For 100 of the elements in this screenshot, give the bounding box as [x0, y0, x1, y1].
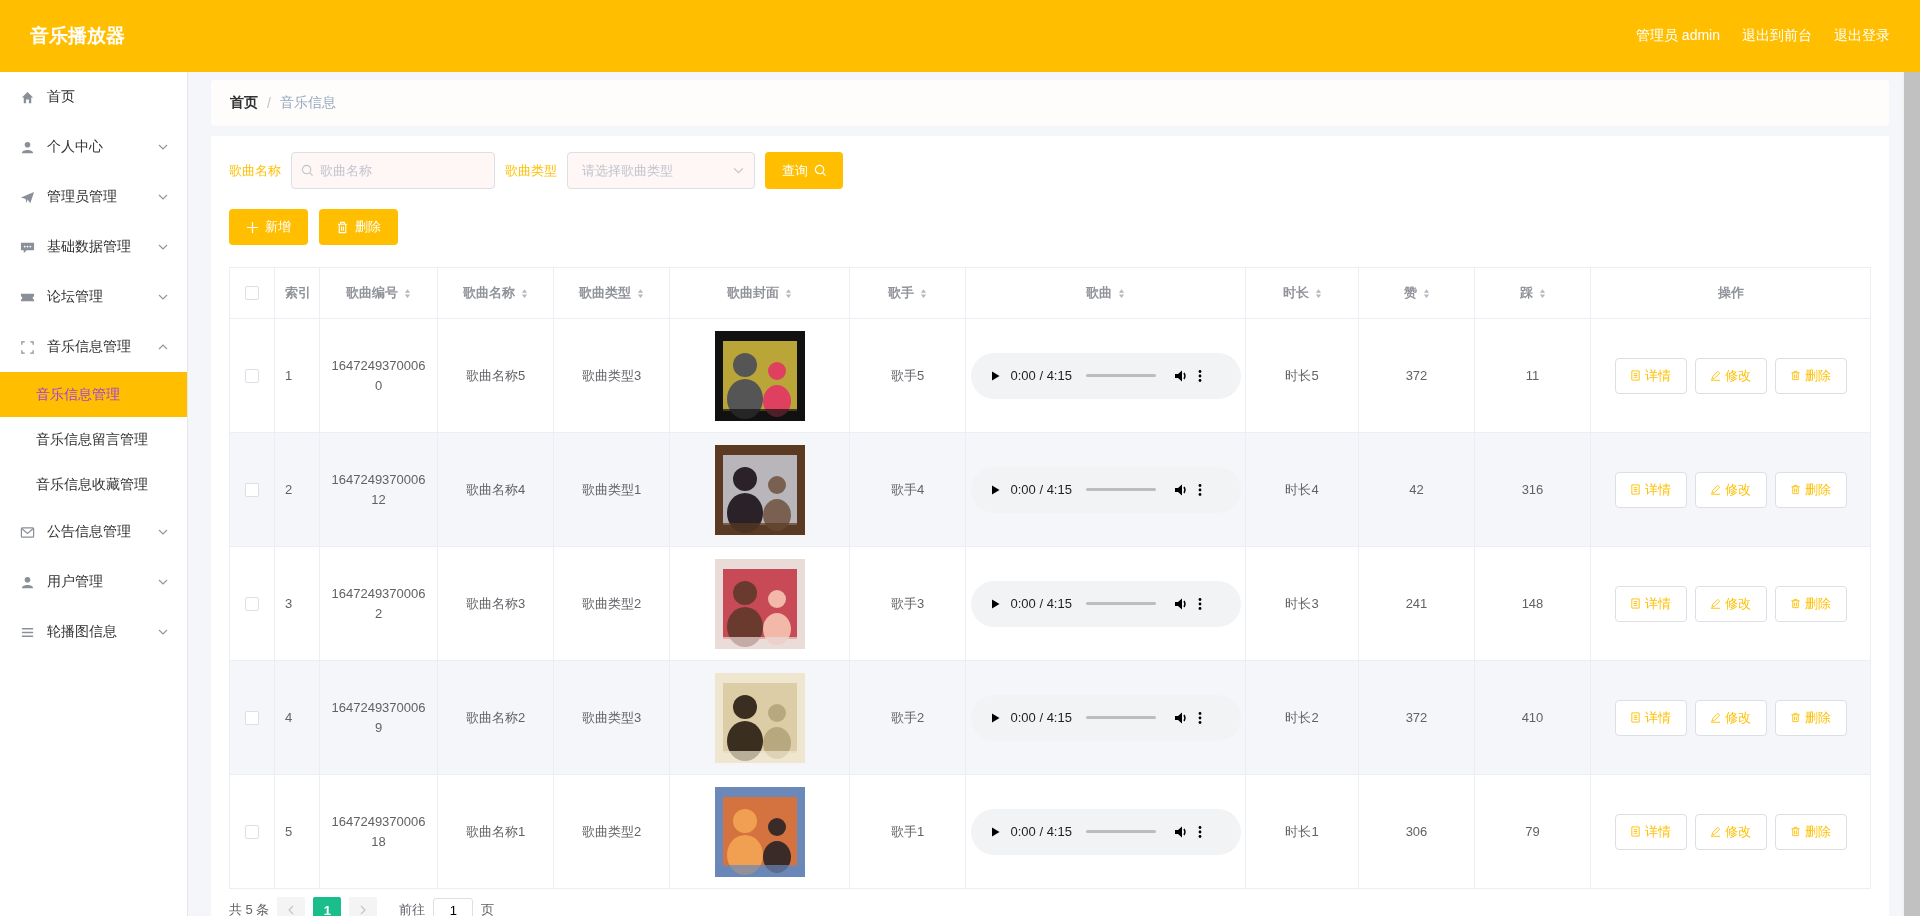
volume-icon[interactable] — [1173, 596, 1188, 611]
more-icon[interactable] — [1197, 596, 1202, 611]
header-link[interactable]: 退出登录 — [1834, 27, 1890, 45]
header-cell[interactable]: 赞 — [1359, 268, 1475, 318]
progress-track[interactable] — [1085, 488, 1156, 491]
volume-icon[interactable] — [1173, 824, 1188, 839]
row-checkbox[interactable] — [245, 368, 259, 383]
field-label: 歌曲类型 — [505, 161, 557, 180]
details-button[interactable]: 详情 — [1614, 357, 1687, 394]
search-button[interactable]: 查询 — [765, 152, 843, 189]
edit-button[interactable]: 修改 — [1694, 813, 1767, 850]
column-title: 歌曲名称 — [463, 284, 515, 302]
details-button[interactable]: 详情 — [1614, 585, 1687, 622]
submenu-item[interactable]: 音乐信息留言管理 — [0, 417, 187, 462]
row-checkbox[interactable] — [245, 596, 259, 611]
progress-track[interactable] — [1085, 374, 1156, 377]
menu-item[interactable]: 公告信息管理 — [0, 507, 187, 557]
document-icon — [1630, 826, 1641, 837]
breadcrumb-link[interactable]: 首页 — [230, 94, 258, 112]
delete-button[interactable]: 删除 — [1774, 699, 1847, 736]
more-icon[interactable] — [1197, 824, 1202, 839]
column-title: 赞 — [1403, 284, 1417, 302]
volume-icon[interactable] — [1173, 368, 1188, 383]
sort-icon[interactable] — [404, 287, 411, 299]
progress-track[interactable] — [1085, 602, 1156, 605]
add-button[interactable]: 新增 — [229, 209, 308, 245]
page-input[interactable]: 1 — [433, 898, 474, 916]
sort-icon[interactable] — [521, 287, 528, 299]
menu-item[interactable]: 个人中心 — [0, 122, 187, 172]
table-cell-text: 16472493700060 — [330, 356, 427, 395]
more-icon[interactable] — [1197, 368, 1202, 383]
header-cell[interactable]: 歌曲封面 — [670, 268, 850, 318]
volume-icon[interactable] — [1173, 482, 1188, 497]
header-cell[interactable]: 歌手 — [850, 268, 966, 318]
column-title: 踩 — [1519, 284, 1533, 302]
search-field[interactable]: 歌曲名称 — [291, 152, 495, 189]
table-cell: 148 — [1521, 596, 1544, 611]
edit-button[interactable]: 修改 — [1694, 585, 1767, 622]
edit-button[interactable]: 修改 — [1694, 357, 1767, 394]
menu-item[interactable]: 首页 — [0, 72, 187, 122]
header-cell[interactable]: 时长 — [1246, 268, 1359, 318]
progress-track[interactable] — [1085, 830, 1156, 833]
sort-icon[interactable] — [785, 287, 792, 299]
next-page-button[interactable] — [349, 897, 378, 916]
header-cell[interactable]: 索引 — [275, 268, 320, 318]
details-button[interactable]: 详情 — [1614, 471, 1687, 508]
details-button[interactable]: 详情 — [1614, 813, 1687, 850]
delete-button[interactable]: 删除 — [319, 209, 398, 245]
trash-icon — [1790, 598, 1801, 609]
delete-button[interactable]: 删除 — [1774, 357, 1847, 394]
header-cell[interactable]: 歌曲名称 — [438, 268, 554, 318]
sort-icon[interactable] — [637, 287, 644, 299]
more-icon[interactable] — [1197, 482, 1202, 497]
audio-player[interactable]: 0:00 / 4:15 — [970, 694, 1241, 741]
menu-item[interactable]: 用户管理 — [0, 557, 187, 607]
edit-button[interactable]: 修改 — [1694, 699, 1767, 736]
menu-item[interactable]: 管理员管理 — [0, 172, 187, 222]
sort-icon[interactable] — [1118, 287, 1125, 299]
breadcrumb-link[interactable]: 音乐信息 — [279, 94, 336, 112]
header-link[interactable]: 退出到前台 — [1742, 27, 1812, 45]
frame-icon — [20, 339, 35, 355]
row-checkbox[interactable] — [245, 482, 259, 497]
total-count: 共 5 条 — [229, 901, 270, 916]
menu-item[interactable]: 论坛管理 — [0, 272, 187, 322]
progress-track[interactable] — [1085, 716, 1156, 719]
audio-player[interactable]: 0:00 / 4:15 — [970, 352, 1241, 399]
column-title: 时长 — [1282, 284, 1309, 302]
volume-icon[interactable] — [1173, 710, 1188, 725]
scrollbar[interactable] — [1902, 72, 1920, 916]
audio-player[interactable]: 0:00 / 4:15 — [970, 466, 1241, 513]
header-cell[interactable]: 歌曲 — [966, 268, 1246, 318]
submenu-item[interactable]: 音乐信息管理 — [0, 372, 187, 417]
details-button[interactable]: 详情 — [1614, 699, 1687, 736]
menu-item[interactable]: 基础数据管理 — [0, 222, 187, 272]
edit-button[interactable]: 修改 — [1694, 471, 1767, 508]
submenu-item[interactable]: 音乐信息收藏管理 — [0, 462, 187, 507]
page-button[interactable]: 1 — [313, 897, 342, 916]
row-checkbox[interactable] — [245, 824, 259, 839]
menu-item[interactable]: 音乐信息管理 — [0, 322, 187, 372]
delete-button[interactable]: 删除 — [1774, 585, 1847, 622]
more-icon[interactable] — [1197, 710, 1202, 725]
type-select[interactable]: 请选择歌曲类型 — [567, 152, 755, 189]
sort-icon[interactable] — [1538, 287, 1546, 299]
select-all-checkbox[interactable] — [245, 286, 259, 300]
delete-button[interactable]: 删除 — [1774, 813, 1847, 850]
sort-icon[interactable] — [920, 287, 927, 299]
delete-button[interactable]: 删除 — [1774, 471, 1847, 508]
app-title: 音乐播放器 — [30, 24, 125, 48]
audio-player[interactable]: 0:00 / 4:15 — [970, 580, 1241, 627]
sort-icon[interactable] — [1422, 287, 1430, 299]
header-cell[interactable]: 歌曲类型 — [554, 268, 670, 318]
header-cell[interactable]: 歌曲编号 — [320, 268, 438, 318]
menu-item[interactable]: 轮播图信息 — [0, 607, 187, 657]
header-cell[interactable]: 踩 — [1475, 268, 1591, 318]
header-cell[interactable]: 操作 — [1591, 268, 1870, 318]
previous-page-button[interactable] — [277, 897, 306, 916]
sort-icon[interactable] — [1314, 287, 1322, 299]
audio-player[interactable]: 0:00 / 4:15 — [970, 808, 1241, 855]
column-title: 操作 — [1717, 284, 1744, 302]
row-checkbox[interactable] — [245, 710, 259, 725]
